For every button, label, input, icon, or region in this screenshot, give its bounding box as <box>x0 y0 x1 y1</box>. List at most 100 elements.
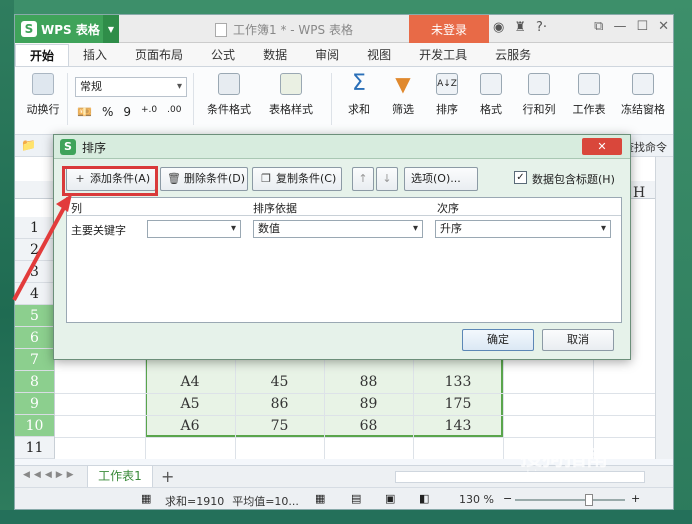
sort-az-icon: A↓Z <box>436 73 458 95</box>
sort-order-select[interactable]: 升序 <box>435 220 611 238</box>
column-select[interactable] <box>147 220 241 238</box>
skin-icon[interactable]: ◉ <box>493 20 504 35</box>
close-icon[interactable]: ✕ <box>658 19 669 34</box>
tab-developer[interactable]: 开发工具 <box>405 44 481 66</box>
cell-a4[interactable]: A4 <box>145 371 235 393</box>
normal-view-icon[interactable]: ▦ <box>315 492 325 505</box>
row-header[interactable]: 6 <box>15 327 55 349</box>
sort-basis-select[interactable]: 数值 <box>253 220 423 238</box>
cell-value[interactable]: 68 <box>324 415 413 437</box>
cell-value[interactable]: 86 <box>235 393 324 415</box>
row-header[interactable]: 10 <box>15 415 55 437</box>
cell-value[interactable]: 88 <box>324 371 413 393</box>
zoom-slider-knob[interactable] <box>585 494 593 506</box>
sheet-tab[interactable]: 工作表1 <box>87 466 153 488</box>
worksheet-button[interactable]: 工作表 <box>565 73 613 117</box>
zoom-slider[interactable] <box>515 499 625 501</box>
sheet-nav-arrows[interactable]: ◀◀◀▶▶ <box>23 470 78 480</box>
delete-condition-button[interactable]: 🗑 删除条件(D) <box>160 167 248 191</box>
cell-value[interactable]: 75 <box>235 415 324 437</box>
folder-icon[interactable]: 📁 <box>21 138 36 152</box>
background-bottom <box>0 510 692 524</box>
status-stats: 求和=1910 平均值=10... <box>165 493 299 509</box>
zoom-in-icon[interactable]: + <box>631 492 640 505</box>
tab-data[interactable]: 数据 <box>249 44 301 66</box>
ribbon-tabs: 开始 插入 页面布局 公式 数据 审阅 视图 开发工具 云服务 <box>15 43 673 67</box>
row-header[interactable]: 7 <box>15 349 55 371</box>
percent-button[interactable]: % <box>102 105 113 119</box>
zoom-level[interactable]: 130 % <box>459 493 494 506</box>
tab-insert[interactable]: 插入 <box>69 44 121 66</box>
add-sheet-button[interactable]: + <box>161 467 174 486</box>
cell-a6[interactable]: A6 <box>145 415 235 437</box>
tab-review[interactable]: 审阅 <box>301 44 353 66</box>
minimize-icon[interactable]: — <box>613 19 626 34</box>
row-header[interactable]: 3 <box>15 261 55 283</box>
comma-button[interactable]: 9 <box>123 105 131 119</box>
freeze-panes-button[interactable]: 冻结窗格 <box>615 73 671 117</box>
row-header[interactable]: 8 <box>15 371 55 393</box>
number-format-select[interactable]: 常规 <box>75 77 187 97</box>
tab-view[interactable]: 视图 <box>353 44 405 66</box>
filter-button[interactable]: ▼ 筛选 <box>381 73 425 117</box>
app-menu-button[interactable]: S WPS 表格 ▼ <box>15 15 119 43</box>
login-button[interactable]: 未登录 <box>409 15 489 43</box>
rows-columns-button[interactable]: 行和列 <box>515 73 563 117</box>
chevron-down-icon[interactable]: ▼ <box>103 15 119 43</box>
row-header[interactable]: 1 <box>15 217 55 239</box>
vertical-scrollbar[interactable] <box>655 157 673 459</box>
row-header[interactable]: 4 <box>15 283 55 305</box>
increase-decimal-icon[interactable]: +.0 <box>141 105 157 119</box>
dialog-title-bar: S 排序 ✕ <box>54 135 630 159</box>
cell-a5[interactable]: A5 <box>145 393 235 415</box>
conditional-format-button[interactable]: 条件格式 <box>201 73 257 117</box>
header-checkbox[interactable]: ✓ <box>514 171 527 184</box>
move-up-button[interactable]: ↑ <box>352 167 374 191</box>
dialog-title: 排序 <box>82 141 107 155</box>
freeze-panes-label: 冻结窗格 <box>621 103 665 116</box>
row-header[interactable]: 5 <box>15 305 55 327</box>
shirt-icon[interactable]: ♜ <box>514 20 526 35</box>
table-style-button[interactable]: 表格样式 <box>263 73 319 117</box>
help-icon[interactable]: ?· <box>536 20 547 35</box>
cancel-button[interactable]: 取消 <box>542 329 614 351</box>
currency-icon[interactable]: 💴 <box>77 105 92 119</box>
page-break-icon[interactable]: ▣ <box>385 492 395 505</box>
tab-formula[interactable]: 公式 <box>197 44 249 66</box>
title-bar: S WPS 表格 ▼ 工作簿1 * - WPS 表格 未登录 ◉ ♜ ?· ⧉ … <box>15 15 673 43</box>
sort-condition-row: 主要关键字 数值 升序 <box>67 218 621 240</box>
wrap-text-button[interactable]: 动换行 <box>15 73 71 117</box>
maximize-icon[interactable]: ☐ <box>636 19 648 34</box>
page-layout-icon[interactable]: ▤ <box>351 492 361 505</box>
sum-button[interactable]: Σ 求和 <box>337 73 381 117</box>
tab-home[interactable]: 开始 <box>15 44 70 66</box>
tab-cloud[interactable]: 云服务 <box>481 44 545 66</box>
reading-view-icon[interactable]: ◧ <box>419 492 429 505</box>
tab-page-layout[interactable]: 页面布局 <box>121 44 197 66</box>
row-header[interactable]: 2 <box>15 239 55 261</box>
cell-value[interactable]: 45 <box>235 371 324 393</box>
decrease-decimal-icon[interactable]: .00 <box>167 105 181 119</box>
cell-value[interactable]: 143 <box>413 415 503 437</box>
cell-value[interactable]: 175 <box>413 393 503 415</box>
cell-value[interactable]: 133 <box>413 371 503 393</box>
cell-value[interactable]: 89 <box>324 393 413 415</box>
dialog-close-button[interactable]: ✕ <box>582 138 622 155</box>
column-header-h[interactable]: H <box>633 185 645 201</box>
ok-button[interactable]: 确定 <box>462 329 534 351</box>
options-button[interactable]: 选项(O)... <box>404 167 478 191</box>
trash-icon: 🗑 <box>167 172 181 185</box>
row-header[interactable]: 11 <box>15 437 55 459</box>
document-icon <box>215 22 227 37</box>
sort-button[interactable]: A↓Z 排序 <box>425 73 469 117</box>
sort-conditions-table: 列 排序依据 次序 主要关键字 数值 升序 <box>66 197 622 323</box>
wps-logo-icon: S <box>21 21 37 37</box>
filter-icon: ▼ <box>395 72 411 96</box>
copy-condition-button[interactable]: ❐ 复制条件(C) <box>252 167 342 191</box>
row-header[interactable]: 9 <box>15 393 55 415</box>
conditional-format-label: 条件格式 <box>207 103 251 116</box>
format-button[interactable]: 格式 <box>469 73 513 117</box>
zoom-out-icon[interactable]: − <box>503 492 512 505</box>
move-down-button[interactable]: ↓ <box>376 167 398 191</box>
restore-icon[interactable]: ⧉ <box>594 19 603 34</box>
